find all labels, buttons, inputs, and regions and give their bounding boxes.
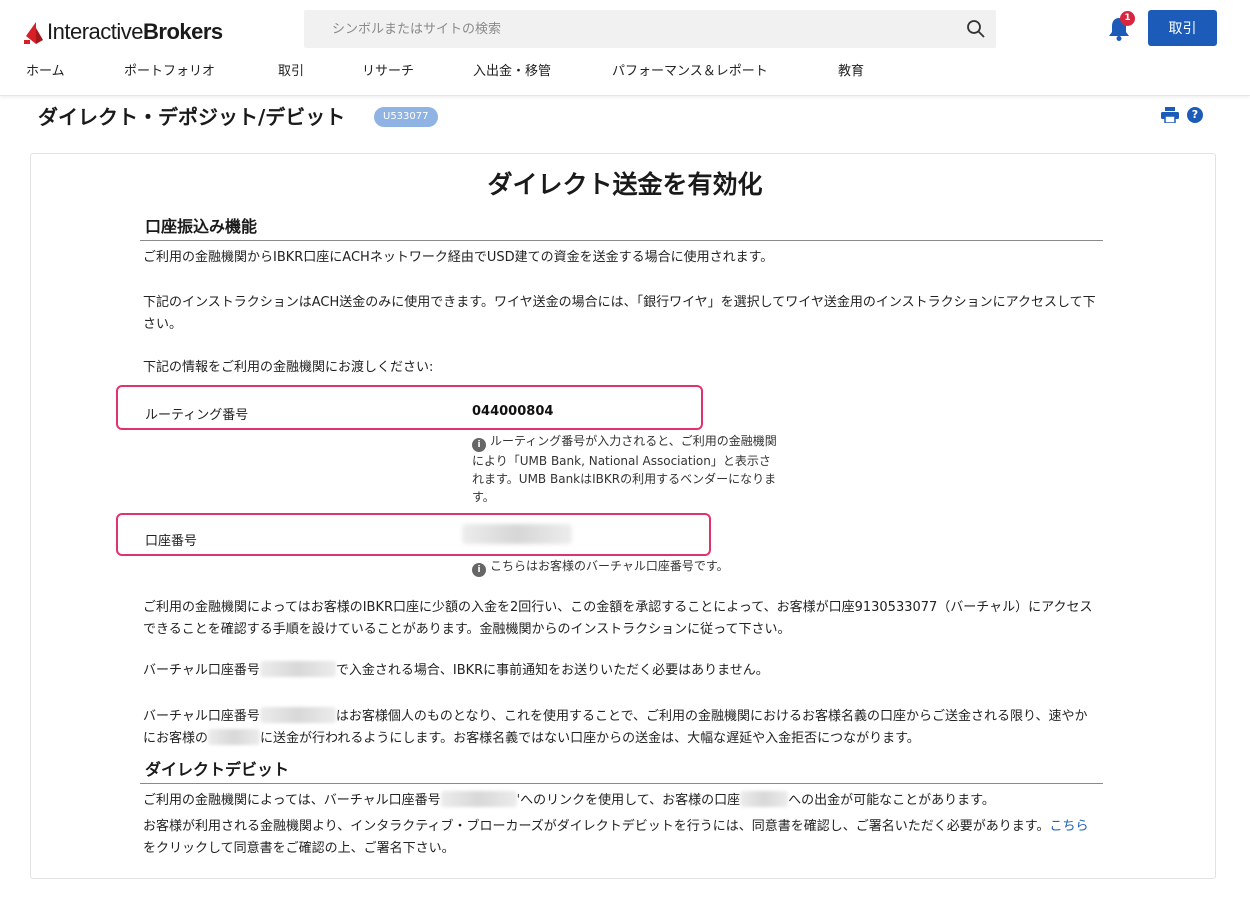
routing-info-text: ルーティング番号が入力されると、ご利用の金融機関により「UMB Bank, Na…	[472, 434, 777, 504]
text-no-notice: で入金される場合、IBKRに事前通知をお送りいただく必要はありません。	[335, 663, 769, 678]
nav-item-trade[interactable]: 取引	[278, 60, 304, 79]
account-info-text: こちらはお客様のバーチャル口座番号です。	[490, 559, 729, 573]
paragraph-micro-deposits: ご利用の金融機関によってはお客様のIBKR口座に少額の入金を2回行い、この金額を…	[143, 600, 1093, 637]
search-icon[interactable]	[966, 19, 986, 39]
logo-wordmark: InteractiveBrokers	[47, 19, 223, 44]
text-consent: お客様が利用される金融機関より、インタラクティブ・ブローカーズがダイレクトデビッ…	[143, 819, 1050, 834]
page-title: ダイレクト・デポジット/デビット	[38, 105, 346, 129]
notification-badge: 1	[1120, 11, 1135, 26]
redacted-value	[440, 791, 517, 807]
account-info-note: i こちらはお客様のバーチャル口座番号です。	[472, 557, 812, 577]
text-debit-possible: への出金が可能なことがあります。	[788, 793, 995, 808]
account-number-label: 口座番号	[145, 534, 198, 549]
site-search	[304, 10, 996, 48]
main-title: ダイレクト送金を有効化	[487, 170, 763, 199]
account-badge: U533077	[374, 107, 438, 127]
routing-number-value: 044000804	[472, 404, 554, 419]
paragraph-consent: お客様が利用される金融機関より、インタラクティブ・ブローカーズがダイレクトデビッ…	[143, 816, 1098, 860]
text-consent-instruction: をクリックして同意書をご確認の上、ご署名下さい。	[143, 841, 455, 856]
trade-button[interactable]: 取引	[1148, 10, 1217, 46]
paragraph-ach-only: 下記のインストラクションはACH送金のみに使用できます。ワイヤ送金の場合には、「…	[143, 295, 1096, 332]
print-icon[interactable]	[1161, 107, 1179, 123]
ib-logo-icon	[24, 22, 43, 44]
redacted-value	[740, 791, 789, 807]
search-input[interactable]	[304, 10, 944, 48]
paragraph-no-notice: バーチャル口座番号 で入金される場合、IBKRに事前通知をお送りいただく必要はあり…	[143, 660, 1103, 682]
interactive-brokers-logo[interactable]: InteractiveBrokers	[24, 18, 223, 46]
routing-number-label: ルーティング番号	[145, 408, 249, 423]
section-heading-direct-debit: ダイレクトデビット	[145, 760, 290, 779]
account-highlight-box	[116, 513, 711, 556]
consent-link[interactable]: こちら	[1050, 819, 1089, 834]
paragraph-provide-info: 下記の情報をご利用の金融機関にお渡しください:	[143, 360, 434, 375]
paragraph-debit-link: ご利用の金融機関によっては、バーチャル口座番号 'へのリンクを使用して、お客様の口…	[143, 790, 1103, 812]
redacted-value	[208, 729, 261, 745]
nav-item-transfers[interactable]: 入出金・移管	[473, 60, 551, 79]
text-delay-warning: に送金が行われるようにします。お客様名義ではない口座からの送金は、大幅な遅延や入…	[260, 731, 920, 746]
info-icon: i	[472, 563, 486, 577]
redacted-value	[259, 661, 336, 677]
nav-item-research[interactable]: リサーチ	[362, 60, 414, 79]
section-heading-account-transfer: 口座振込み機能	[145, 217, 258, 236]
top-header: InteractiveBrokers 1 取引 ホーム ポートフォリオ 取引 リ…	[0, 0, 1250, 96]
text-debit-intro: ご利用の金融機関によっては、バーチャル口座番号	[143, 793, 441, 808]
text-virtual-account: バーチャル口座番号	[143, 663, 260, 678]
info-icon: i	[472, 438, 486, 452]
help-icon[interactable]: ?	[1187, 107, 1203, 123]
nav-item-education[interactable]: 教育	[838, 60, 864, 79]
nav-item-performance-reports[interactable]: パフォーマンス＆レポート	[612, 60, 768, 79]
account-number-redacted	[462, 524, 572, 544]
routing-info-note: i ルーティング番号が入力されると、ご利用の金融機関により「UMB Bank, N…	[472, 432, 777, 506]
section-divider	[140, 240, 1103, 241]
text-virtual-account: バーチャル口座番号	[143, 709, 260, 724]
nav-item-portfolio[interactable]: ポートフォリオ	[124, 60, 215, 79]
paragraph-ach-usage: ご利用の金融機関からIBKR口座にACHネットワーク経由でUSD建ての資金を送金…	[143, 250, 774, 265]
paragraph-personal-account: バーチャル口座番号 はお客様個人のものとなり、これを使用することで、ご利用の金融機…	[143, 706, 1098, 750]
redacted-value	[259, 707, 336, 723]
text-debit-link: 'へのリンクを使用して、お客様の口座	[516, 793, 741, 808]
section-divider	[140, 783, 1103, 784]
nav-item-home[interactable]: ホーム	[26, 60, 65, 79]
